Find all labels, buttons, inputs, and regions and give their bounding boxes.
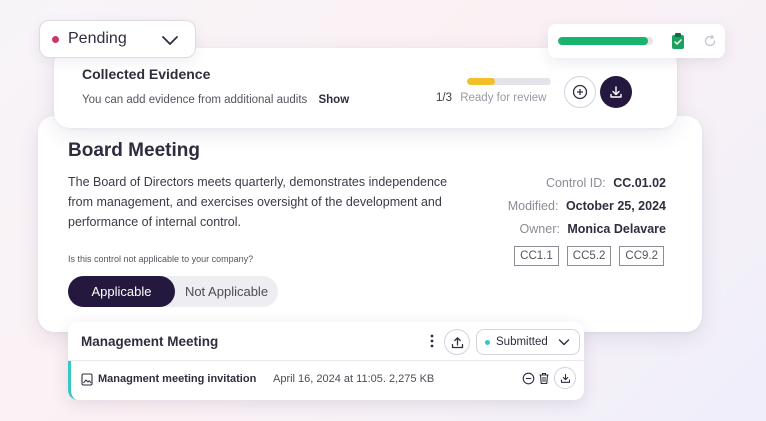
file-name[interactable]: Managment meeting invitation (98, 373, 256, 385)
file-image-icon (81, 373, 93, 386)
evidence-count: 1/3 (436, 92, 452, 104)
upload-button[interactable] (444, 329, 470, 355)
remove-icon[interactable] (522, 372, 535, 385)
control-meta: Control ID: CC.01.02 Modified: October 2… (508, 172, 666, 241)
evidence-file-row[interactable]: Managment meeting invitation April 16, 2… (68, 361, 584, 400)
modified-value: October 25, 2024 (565, 199, 666, 213)
owner-row: Owner: Monica Delavare (508, 218, 666, 241)
tag-cc5-2[interactable]: CC5.2 (566, 246, 612, 266)
upload-icon (451, 336, 463, 348)
file-details: April 16, 2024 at 11:05. 2,275 KB (273, 373, 435, 385)
owner-label: Owner: (519, 222, 560, 236)
evidence-card: Collected Evidence You can add evidence … (54, 48, 677, 128)
add-icon (572, 84, 588, 100)
completion-bar (558, 37, 653, 45)
evidence-subtitle: You can add evidence from additional aud… (82, 94, 308, 106)
control-title: Board Meeting (68, 140, 200, 161)
pending-status-dropdown[interactable]: Pending (39, 20, 196, 58)
submitted-dot (485, 339, 490, 345)
status-widget (548, 24, 725, 58)
submitted-label: Submitted (496, 336, 548, 348)
file-download-button[interactable] (554, 367, 576, 389)
owner-value[interactable]: Monica Delavare (567, 222, 666, 236)
control-id-row: Control ID: CC.01.02 (508, 172, 666, 195)
applicability-question: Is this control not applicable to your c… (68, 254, 254, 264)
evidence-status: 1/3 Ready for review (436, 92, 547, 104)
evidence-status-text: Ready for review (460, 92, 547, 104)
refresh-icon[interactable] (703, 34, 717, 48)
download-icon (560, 373, 570, 383)
completion-fill (558, 37, 649, 45)
evidence-progress-fill (467, 78, 495, 85)
modified-label: Modified: (507, 199, 559, 213)
control-id-value: CC.01.02 (613, 176, 666, 190)
chevron-down-icon (558, 339, 570, 346)
submission-status-dropdown[interactable]: Submitted (476, 329, 580, 355)
add-evidence-button[interactable] (564, 76, 596, 108)
not-applicable-option[interactable]: Not Applicable (175, 284, 278, 299)
chevron-down-icon (162, 36, 178, 45)
control-card: Board Meeting The Board of Directors mee… (38, 116, 702, 332)
management-meeting-card: Management Meeting Submitted Managment m… (68, 322, 584, 400)
modified-row: Modified: October 25, 2024 (508, 195, 666, 218)
applicable-option[interactable]: Applicable (68, 276, 175, 307)
control-description: The Board of Directors meets quarterly, … (68, 175, 448, 229)
kebab-menu-icon[interactable] (428, 333, 436, 349)
show-evidence-link[interactable]: Show (318, 94, 349, 106)
evidence-progress-bar (467, 78, 551, 85)
evidence-subtitle-row: You can add evidence from additional aud… (82, 94, 349, 106)
clipboard-check-icon (672, 33, 684, 49)
download-evidence-button[interactable] (600, 76, 632, 108)
trash-icon[interactable] (538, 372, 550, 385)
download-icon (610, 86, 622, 98)
evidence-title: Collected Evidence (82, 66, 211, 82)
tag-cc9-2[interactable]: CC9.2 (619, 246, 664, 266)
control-id-label: Control ID: (545, 176, 606, 190)
control-tags: CC1.1 CC5.2 CC9.2 (514, 246, 664, 266)
pending-label: Pending (68, 30, 127, 47)
management-title: Management Meeting (81, 334, 219, 349)
tag-cc1-1[interactable]: CC1.1 (514, 246, 559, 266)
pending-dot (52, 35, 59, 43)
applicability-toggle: Applicable Not Applicable (68, 276, 278, 307)
